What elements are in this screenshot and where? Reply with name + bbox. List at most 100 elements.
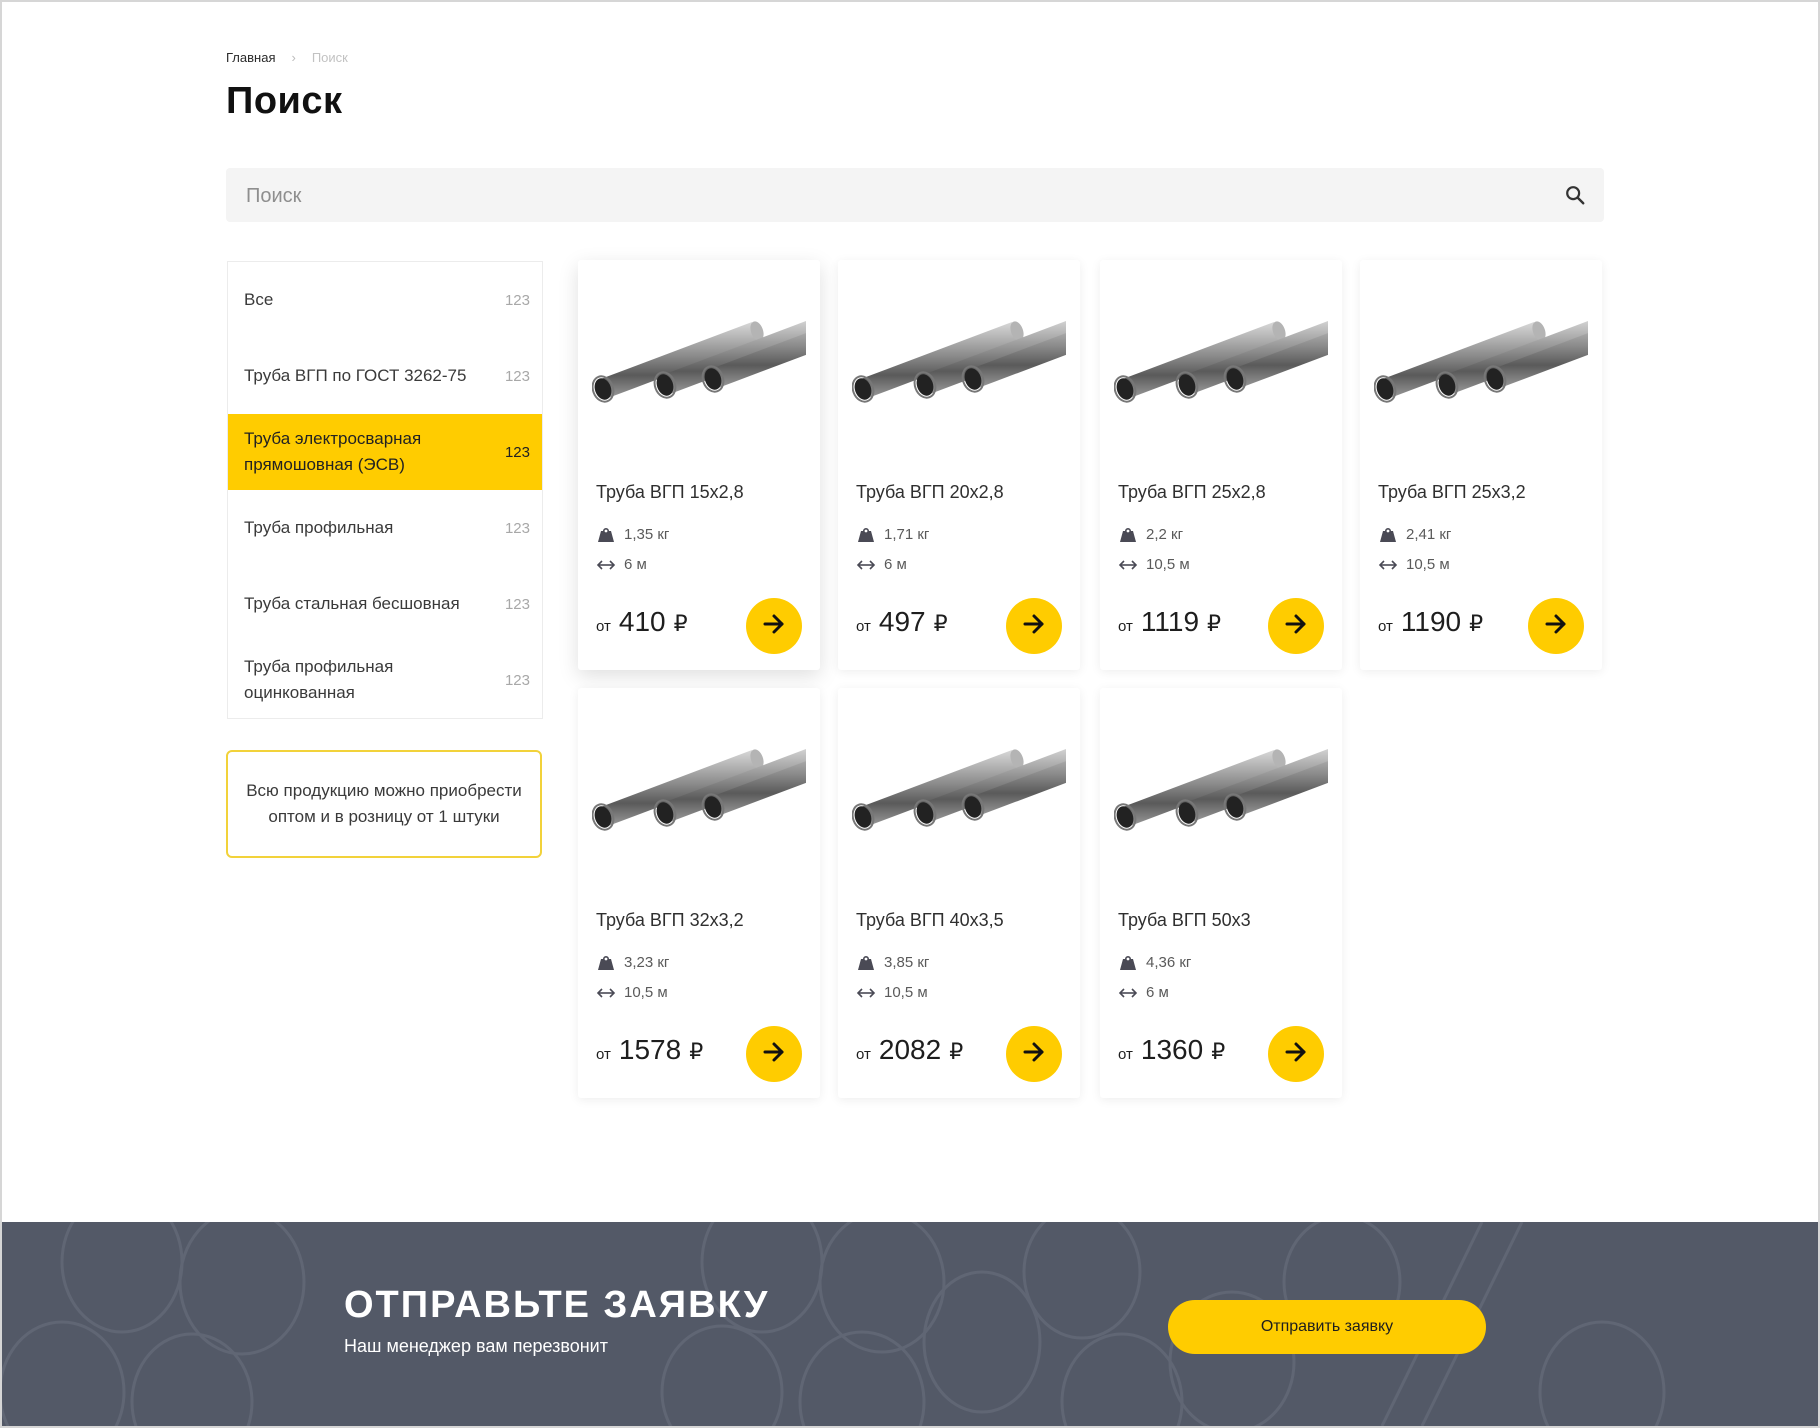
product-name: Труба ВГП 40х3,5 <box>856 910 1004 930</box>
arrow-right-icon <box>1542 610 1570 643</box>
wholesale-notice: Всю продукцию можно приобрести оптом и в… <box>226 750 542 858</box>
product-weight-value: 1,71 кг <box>884 526 930 543</box>
length-icon <box>856 559 876 570</box>
pipe-product-image <box>592 749 806 831</box>
category-item[interactable]: Труба профильная оцинкованная 123 <box>228 642 542 718</box>
open-product-button[interactable] <box>1006 598 1062 654</box>
product-length: 10,5 м <box>856 984 928 1001</box>
weight-icon <box>1120 527 1136 542</box>
price-value: 1119 <box>1140 606 1200 637</box>
open-product-button[interactable] <box>1006 1026 1062 1082</box>
product-length: 10,5 м <box>1378 556 1450 573</box>
category-count: 123 <box>504 671 530 689</box>
price-prefix: от <box>596 618 611 635</box>
product-length-value: 6 м <box>1146 984 1169 1001</box>
product-weight: 3,85 кг <box>856 954 929 971</box>
open-product-button[interactable] <box>1528 598 1584 654</box>
price-value: 2082 <box>878 1034 942 1065</box>
price-value: 1360 <box>1140 1034 1204 1065</box>
category-label: Труба электросварная прямошовная (ЭСВ) <box>244 429 422 474</box>
length-icon <box>1118 987 1138 998</box>
category-count: 123 <box>504 519 530 537</box>
price-value: 1578 <box>618 1034 682 1065</box>
pipe-product-image <box>592 321 806 403</box>
weight-icon <box>598 955 614 970</box>
open-product-button[interactable] <box>1268 1026 1324 1082</box>
product-weight-value: 2,2 кг <box>1146 526 1184 543</box>
search-icon[interactable] <box>1564 184 1586 206</box>
banner-subtitle: Наш менеджер вам перезвонит <box>344 1336 608 1356</box>
product-card[interactable]: Труба ВГП 25х3,2 2,41 кг 10,5 м от 1190 ₽ <box>1360 260 1602 670</box>
search-input[interactable] <box>244 168 1548 224</box>
category-list: Все 123 Труба ВГП по ГОСТ 3262-75 123 Труба … <box>227 261 543 719</box>
open-product-button[interactable] <box>746 598 802 654</box>
currency-symbol: ₽ <box>689 1039 704 1064</box>
page-title: Поиск <box>226 80 343 122</box>
product-card[interactable]: Труба ВГП 25х2,8 2,2 кг 10,5 м от 1119 ₽ <box>1100 260 1342 670</box>
pipe-product-image <box>1114 321 1328 403</box>
product-price: от 410 ₽ <box>596 606 688 638</box>
open-product-button[interactable] <box>746 1026 802 1082</box>
product-length-value: 10,5 м <box>884 984 928 1001</box>
category-label: Труба стальная бесшовная <box>244 594 460 613</box>
product-length-value: 10,5 м <box>1146 556 1190 573</box>
product-weight: 1,71 кг <box>856 526 929 543</box>
pipe-product-image <box>852 321 1066 403</box>
weight-icon <box>1120 955 1136 970</box>
product-name: Труба ВГП 20х2,8 <box>856 482 1004 502</box>
open-product-button[interactable] <box>1268 598 1324 654</box>
product-length-value: 10,5 м <box>624 984 668 1001</box>
send-request-button[interactable]: Отправить заявку <box>1168 1300 1486 1354</box>
product-price: от 1190 ₽ <box>1378 606 1483 638</box>
product-price: от 1578 ₽ <box>596 1034 703 1066</box>
weight-icon <box>598 527 614 542</box>
product-card[interactable]: Труба ВГП 50х3 4,36 кг 6 м от 1360 ₽ <box>1100 688 1342 1098</box>
length-icon <box>596 987 616 998</box>
product-length: 6 м <box>856 556 907 573</box>
banner-title: ОТПРАВЬТЕ ЗАЯВКУ <box>344 1284 770 1326</box>
category-item[interactable]: Все 123 <box>228 262 542 338</box>
currency-symbol: ₽ <box>1207 611 1222 636</box>
product-length-value: 6 м <box>624 556 647 573</box>
category-count: 123 <box>504 367 530 385</box>
length-icon <box>1378 559 1398 570</box>
pipe-product-image <box>1374 321 1588 403</box>
category-item[interactable]: Труба профильная 123 <box>228 490 542 566</box>
currency-symbol: ₽ <box>673 611 688 636</box>
price-prefix: от <box>856 1046 871 1063</box>
request-banner: ОТПРАВЬТЕ ЗАЯВКУ Наш менеджер вам перезв… <box>2 1222 1818 1426</box>
price-value: 497 <box>878 606 926 637</box>
pipe-product-image <box>1114 749 1328 831</box>
product-card[interactable]: Труба ВГП 32х3,2 3,23 кг 10,5 м от 1578 ₽ <box>578 688 820 1098</box>
product-name: Труба ВГП 50х3 <box>1118 910 1251 930</box>
product-name: Труба ВГП 15х2,8 <box>596 482 744 502</box>
product-price: от 497 ₽ <box>856 606 948 638</box>
search-bar <box>226 168 1604 224</box>
category-count: 123 <box>504 595 530 613</box>
category-item[interactable]: Труба ВГП по ГОСТ 3262-75 123 <box>228 338 542 414</box>
weight-icon <box>858 527 874 542</box>
product-card[interactable]: Труба ВГП 40х3,5 3,85 кг 10,5 м от 2082 ₽ <box>838 688 1080 1098</box>
pipe-product-image <box>852 749 1066 831</box>
breadcrumb-home-link[interactable]: Главная <box>226 50 275 65</box>
product-weight: 4,36 кг <box>1118 954 1191 971</box>
product-price: от 2082 ₽ <box>856 1034 963 1066</box>
product-length: 6 м <box>596 556 647 573</box>
product-weight-value: 4,36 кг <box>1146 954 1192 971</box>
arrow-right-icon <box>760 1038 788 1071</box>
price-prefix: от <box>856 618 871 635</box>
product-card[interactable]: Труба ВГП 15х2,8 1,35 кг 6 м от 410 ₽ <box>578 260 820 670</box>
product-card[interactable]: Труба ВГП 20х2,8 1,71 кг 6 м от 497 ₽ <box>838 260 1080 670</box>
category-item[interactable]: Труба стальная бесшовная 123 <box>228 566 542 642</box>
product-weight: 2,2 кг <box>1118 526 1183 543</box>
category-label: Все <box>244 290 274 309</box>
length-icon <box>856 987 876 998</box>
price-value: 1190 <box>1400 606 1462 637</box>
arrow-right-icon <box>1282 1038 1310 1071</box>
arrow-right-icon <box>760 610 788 643</box>
category-label: Труба профильная <box>244 518 394 537</box>
category-item[interactable]: Труба электросварная прямошовная (ЭСВ) 12… <box>228 414 542 490</box>
price-prefix: от <box>596 1046 611 1063</box>
currency-symbol: ₽ <box>1469 611 1484 636</box>
product-weight-value: 2,41 кг <box>1406 526 1452 543</box>
